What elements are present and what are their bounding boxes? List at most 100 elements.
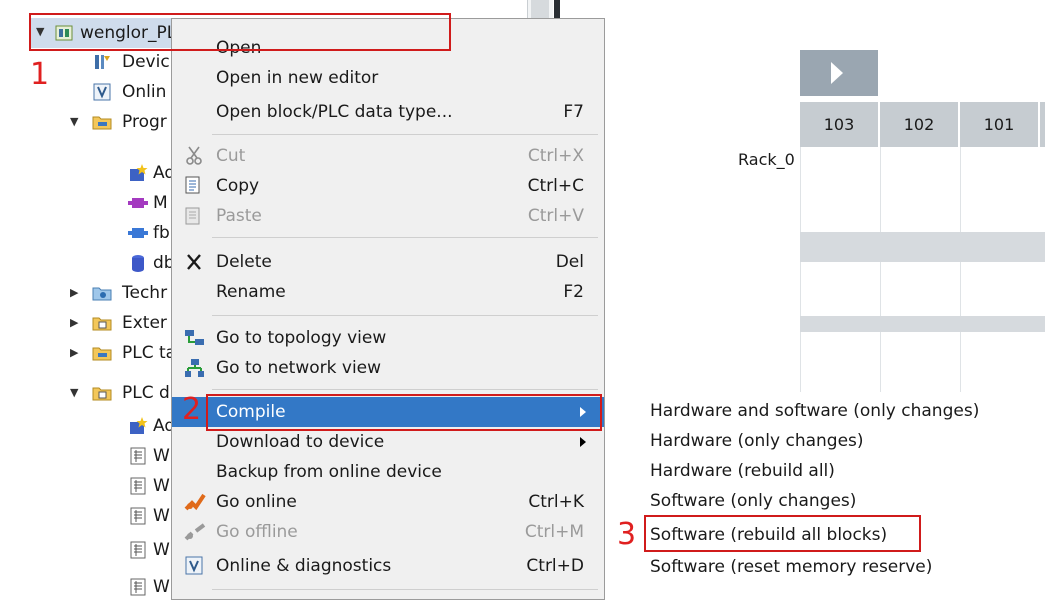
submenu-arrow-icon xyxy=(580,407,586,417)
network-icon xyxy=(185,359,204,377)
menu-item-backup[interactable]: Backup from online device xyxy=(172,457,604,487)
datatype-icon xyxy=(130,578,146,596)
rack-rail xyxy=(800,316,1045,332)
menu-item-copy[interactable]: Copy Ctrl+C xyxy=(172,171,604,201)
online-diagnostics-icon xyxy=(93,83,111,101)
main-block-icon xyxy=(128,198,148,208)
rack-slot-102[interactable] xyxy=(880,147,959,232)
topology-icon xyxy=(185,330,204,345)
rack-slot-bottom[interactable] xyxy=(800,332,879,392)
external-source-icon xyxy=(92,317,112,331)
rack-rail xyxy=(800,232,1045,262)
collapse-arrow-icon[interactable]: ▼ xyxy=(70,378,78,408)
collapse-arrow-icon[interactable]: ▼ xyxy=(36,17,44,47)
menu-item-delete[interactable]: Delete Del xyxy=(172,247,604,277)
add-block-icon xyxy=(130,164,148,181)
tree-item-program-blocks[interactable]: ▼ Progr xyxy=(0,107,175,137)
plc-cpu-icon xyxy=(55,25,73,41)
menu-item-online-diagnostics[interactable]: Online & diagnostics Ctrl+D xyxy=(172,551,604,581)
datatype-icon xyxy=(130,447,146,465)
expand-rack-button[interactable] xyxy=(800,50,878,96)
menu-item-download[interactable]: Download to device xyxy=(172,427,604,457)
data-block-icon xyxy=(132,255,144,272)
tree-item-add-block[interactable]: Ad xyxy=(0,158,175,188)
compile-submenu: Hardware and software (only changes) Har… xyxy=(606,393,1045,600)
paste-icon xyxy=(185,207,200,225)
menu-item-go-offline[interactable]: Go offline Ctrl+M xyxy=(172,517,604,547)
menu-item-cut[interactable]: Cut Ctrl+X xyxy=(172,141,604,171)
menu-separator xyxy=(212,237,598,238)
plc-tags-icon xyxy=(92,347,112,361)
menu-separator xyxy=(212,134,598,135)
menu-item-open[interactable]: Open xyxy=(172,33,604,63)
menu-item-compile[interactable]: Compile xyxy=(172,397,604,427)
tree-item-technology-objects[interactable]: ▶ Techr xyxy=(0,278,175,308)
tree-item-db[interactable]: db xyxy=(0,248,175,278)
folder-icon xyxy=(92,116,112,130)
play-arrow-icon xyxy=(831,62,843,84)
rack-slot-lower[interactable] xyxy=(800,262,879,316)
menu-item-paste[interactable]: Paste Ctrl+V xyxy=(172,201,604,231)
go-online-icon xyxy=(184,493,206,511)
datatype-icon xyxy=(130,541,146,559)
expand-arrow-icon[interactable]: ▶ xyxy=(70,338,78,368)
device-config-icon xyxy=(95,55,110,69)
tech-objects-icon xyxy=(92,287,112,301)
menu-separator xyxy=(212,389,598,390)
expand-arrow-icon[interactable]: ▶ xyxy=(70,278,78,308)
tree-item-datatype[interactable]: W xyxy=(0,471,175,501)
submenu-item-sw-changes[interactable]: Software (only changes) xyxy=(650,486,856,516)
menu-item-topology-view[interactable]: Go to topology view xyxy=(172,323,604,353)
scissors-icon xyxy=(186,146,202,165)
context-menu: Open Open in new editor Open block/PLC d… xyxy=(171,18,605,600)
slot-header-103: 103 xyxy=(800,102,878,147)
tree-item-main[interactable]: M xyxy=(0,188,175,218)
menu-item-go-online[interactable]: Go online Ctrl+K xyxy=(172,487,604,517)
tree-item-fb[interactable]: fb xyxy=(0,218,175,248)
collapse-arrow-icon[interactable]: ▼ xyxy=(70,107,78,137)
tree-item-plc-tags[interactable]: ▶ PLC ta xyxy=(0,338,176,368)
slot-header-102: 102 xyxy=(880,102,958,147)
tree-item-external-sources[interactable]: ▶ Exter xyxy=(0,308,175,338)
rack-label: Rack_0 xyxy=(738,150,795,169)
step-marker-2: 2 xyxy=(182,392,202,427)
submenu-item-sw-reset-memory[interactable]: Software (reset memory reserve) xyxy=(650,552,932,582)
function-block-icon xyxy=(128,228,148,238)
menu-item-network-view[interactable]: Go to network view xyxy=(172,353,604,383)
submenu-item-hw-sw-changes[interactable]: Hardware and software (only changes) xyxy=(650,396,979,426)
tree-item-devices[interactable]: Devic xyxy=(0,47,175,77)
menu-item-open-new-editor[interactable]: Open in new editor xyxy=(172,63,604,93)
rack-slot-bottom[interactable] xyxy=(960,332,1039,392)
add-block-icon xyxy=(130,417,148,434)
tree-item-datatype[interactable]: W xyxy=(0,535,175,565)
menu-item-rename[interactable]: Rename F2 xyxy=(172,277,604,307)
delete-x-icon xyxy=(187,254,201,270)
menu-separator xyxy=(212,315,598,316)
submenu-item-hw-rebuild[interactable]: Hardware (rebuild all) xyxy=(650,456,835,486)
menu-item-open-block[interactable]: Open block/PLC data type... F7 xyxy=(172,97,604,127)
rack-slot-lower[interactable] xyxy=(880,262,959,316)
step-marker-3: 3 xyxy=(617,517,637,552)
submenu-item-hw-changes[interactable]: Hardware (only changes) xyxy=(650,426,864,456)
slot-header-edge xyxy=(1040,102,1045,147)
tree-item-datatype[interactable]: W xyxy=(0,572,175,602)
tree-item-add-datatype[interactable]: Ad xyxy=(0,411,175,441)
tree-item-datatype[interactable]: W xyxy=(0,441,175,471)
datatype-icon xyxy=(130,477,146,495)
menu-separator xyxy=(212,589,598,590)
step-marker-1: 1 xyxy=(30,57,50,92)
copy-icon xyxy=(185,176,200,194)
tree-item-datatype[interactable]: W xyxy=(0,501,175,531)
plc-datatype-icon xyxy=(92,387,112,401)
submenu-item-sw-rebuild-all[interactable]: Software (rebuild all blocks) xyxy=(650,520,887,550)
rack-slot-bottom[interactable] xyxy=(880,332,959,392)
tree-item-plc-data-types[interactable]: ▼ PLC d xyxy=(0,378,175,408)
go-offline-icon xyxy=(184,523,206,541)
rack-slot-103[interactable] xyxy=(800,147,879,232)
datatype-icon xyxy=(130,507,146,525)
tree-item-online[interactable]: Onlin xyxy=(0,77,175,107)
rack-slot-lower[interactable] xyxy=(960,262,1039,316)
rack-slot-101[interactable] xyxy=(960,147,1039,232)
expand-arrow-icon[interactable]: ▶ xyxy=(70,308,78,338)
submenu-arrow-icon xyxy=(580,437,586,447)
